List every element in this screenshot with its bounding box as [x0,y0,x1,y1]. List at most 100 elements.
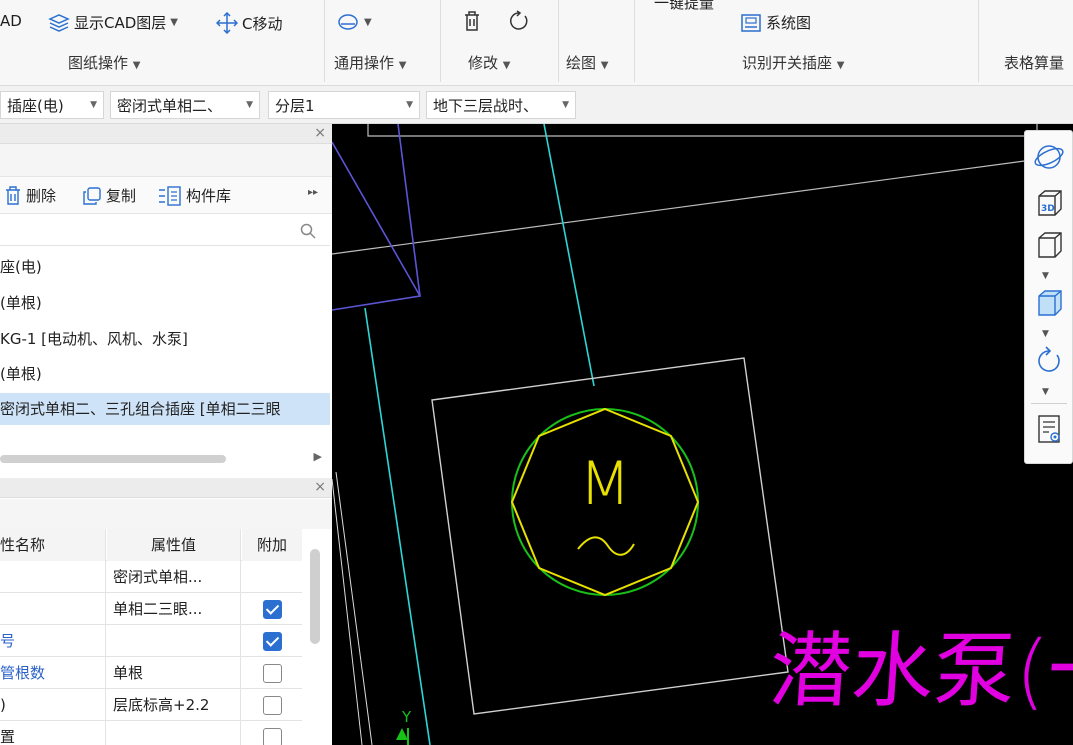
chevron-down-icon: ▼ [406,100,413,110]
list-item[interactable]: KG-1 [电动机、风机、水泵] [0,323,330,355]
table-row[interactable]: 号 [0,625,302,657]
property-extra [242,721,302,745]
component-list: 座(电) (单根) KG-1 [电动机、风机、水泵] (单根) 密闭式单相二、三… [0,251,330,431]
scroll-right-icon[interactable]: ▶ [314,450,322,463]
motor-letter: M [579,449,631,519]
checkbox-checked[interactable] [262,600,282,619]
orbit-icon [1034,145,1064,169]
scrollbar-thumb[interactable] [0,455,226,463]
property-name: 置 [0,721,106,745]
selector-bar: 插座(电) ▼ 密闭式单相二、 ▼ 分层1 ▼ 地下三层战时、 ▼ [0,86,1073,124]
rotate-tool-button[interactable] [508,10,530,32]
property-value[interactable]: 单相二三眼... [107,593,241,625]
c-move-button[interactable]: C移动 [216,12,282,34]
checkbox-unchecked[interactable] [262,728,282,745]
property-extra [242,625,302,657]
property-value[interactable] [107,625,241,657]
list-item[interactable]: (单根) [0,358,330,390]
system-diagram-button[interactable]: 系统图 [740,12,811,33]
table-row[interactable]: 单相二三眼... [0,593,302,625]
move-arrows-icon [216,12,238,34]
group-modify[interactable]: 修改 ▼ [468,52,511,73]
orbit-button[interactable] [1033,141,1065,173]
report-icon [1038,415,1060,443]
table-row[interactable]: ) 层底标高+2.2 [0,689,302,721]
show-cad-layer-button[interactable]: 显示CAD图层 ▼ [48,12,178,33]
component-library-button[interactable]: 构件库 [158,185,231,206]
y-axis-arrow [396,728,408,740]
cube-view-button[interactable] [1033,229,1065,261]
cad-canvas[interactable]: M 潜水泵(一用一 Y [332,124,1073,745]
chevron-down-icon[interactable]: ▼ [1042,271,1049,281]
copy-icon [83,186,101,205]
report-button[interactable] [1033,413,1065,445]
vertical-scrollbar[interactable] [310,549,320,644]
floor-select[interactable]: 地下三层战时、 ▼ [426,91,576,119]
layer-select-value: 分层1 [275,96,315,115]
component-select[interactable]: 密闭式单相二、 ▼ [110,91,260,119]
type-select[interactable]: 插座(电) ▼ [0,91,104,119]
property-name [0,593,106,625]
refresh-button[interactable] [1033,345,1065,377]
group-draw[interactable]: 绘图 ▼ [566,52,609,73]
checkbox-unchecked[interactable] [262,664,282,683]
property-value[interactable]: 密闭式单相... [107,561,241,593]
property-table: 性名称 属性值 附加 密闭式单相... 单相二三眼... 号管根数 单根) 层底标高+2… [0,529,330,745]
group-modify-label: 修改 [468,54,499,72]
chevron-down-icon[interactable]: ▼ [1042,387,1049,397]
list-item-selected[interactable]: 密闭式单相二、三孔组合插座 [单相二三眼 [0,393,330,425]
list-item[interactable]: 座(电) [0,251,330,283]
layer-select[interactable]: 分层1 ▼ [268,91,420,119]
component-toolbar: 删除 复制 构件库 ▸▸ [0,176,332,214]
trash-icon [465,11,479,31]
search-icon [300,223,316,239]
cad-button[interactable]: AD [0,12,22,30]
group-drawing-ops[interactable]: 图纸操作 ▼ [68,52,141,73]
view-3d-button[interactable]: 3D [1033,187,1065,219]
table-row[interactable]: 密闭式单相... [0,561,302,593]
list-item-label: (单根) [0,294,42,312]
ribbon-divider [558,0,559,82]
header-name: 性名称 [0,529,106,561]
delete-button[interactable]: 删除 [4,185,56,206]
type-select-value: 插座(电) [7,96,64,115]
list-item[interactable]: (单根) [0,287,330,319]
delete-tool-button[interactable] [462,10,482,32]
group-general-ops[interactable]: 通用操作 ▼ [334,52,407,73]
property-value[interactable]: 层底标高+2.2 [107,689,241,721]
property-value[interactable] [107,721,241,745]
table-row[interactable]: 管根数 单根 [0,657,302,689]
chevron-down-icon: ▼ [364,16,372,28]
copy-button[interactable]: 复制 [82,185,136,206]
chevron-down-icon: ▼ [600,60,609,71]
property-extra [242,593,302,625]
search-input[interactable] [0,216,330,246]
one-key-extract-button[interactable]: 一键提量 [654,0,714,13]
chevron-down-icon[interactable]: ▼ [1042,329,1049,339]
property-value[interactable]: 单根 [107,657,241,689]
general-shape-button[interactable]: ▼ [336,12,372,32]
chevron-down-icon: ▼ [132,60,141,71]
pump-annotation: 潜水泵(一用一 [766,624,1073,719]
close-icon[interactable]: × [314,125,326,141]
layers-icon [48,13,70,32]
horizontal-scrollbar[interactable]: ▶ [0,450,330,465]
list-item-label: KG-1 [电动机、风机、水泵] [0,330,188,348]
chevron-down-icon: ▼ [502,60,511,71]
rotate-icon [510,10,528,30]
ribbon-divider [978,0,979,82]
cube-filled-icon [1038,290,1062,316]
component-panel-band [0,144,332,176]
motor-tilde [577,536,635,556]
group-table-calc[interactable]: 表格算量 [1004,52,1064,73]
checkbox-checked[interactable] [262,632,282,651]
cube-filled-button[interactable] [1033,287,1065,319]
property-name: 号 [0,625,106,657]
close-icon[interactable]: × [314,479,326,495]
app-window: AD 显示CAD图层 ▼ C移动 图纸操作 ▼ ▼ 通用操作 ▼ 修改 ▼ 绘图… [0,0,1073,745]
group-identify-switch[interactable]: 识别开关插座 ▼ [742,52,845,73]
checkbox-unchecked[interactable] [262,696,282,715]
more-tools-button[interactable]: ▸▸ [308,187,318,198]
table-row[interactable]: 置 [0,721,302,745]
system-diagram-label: 系统图 [766,14,812,32]
